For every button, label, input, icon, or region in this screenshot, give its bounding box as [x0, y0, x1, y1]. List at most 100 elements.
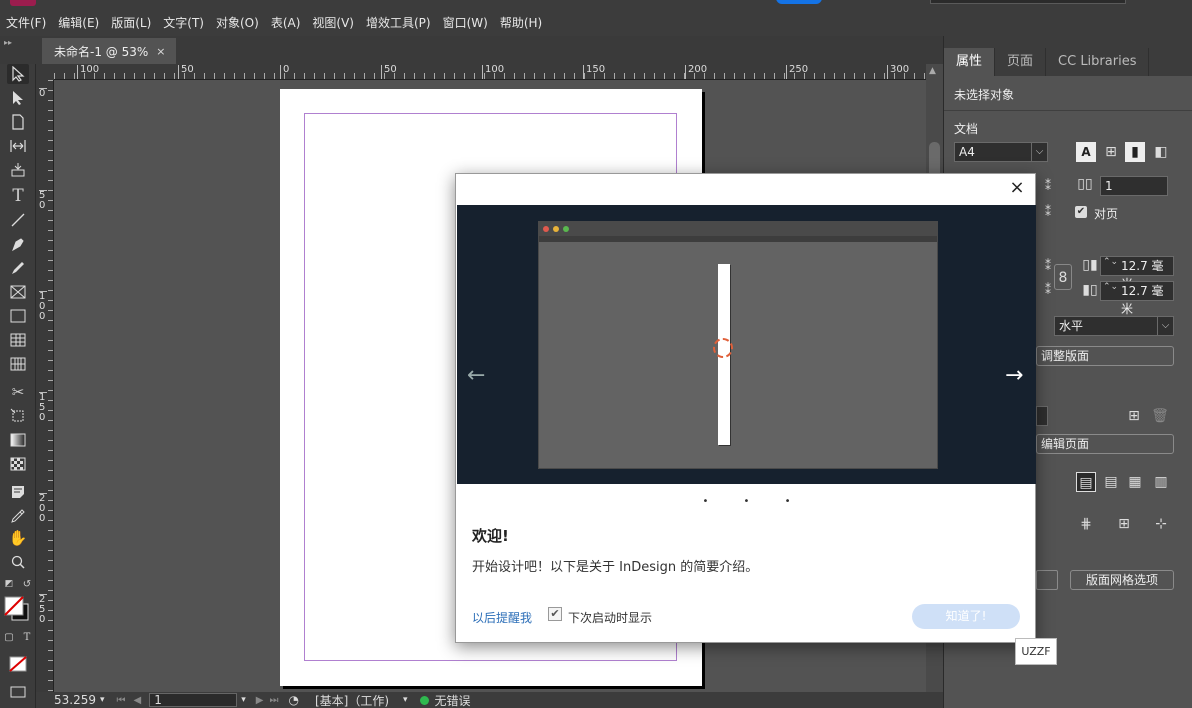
scissors-tool-icon[interactable]: ✂: [7, 382, 29, 402]
menu-table[interactable]: 表(A): [265, 14, 307, 31]
note-tool-icon[interactable]: [7, 482, 29, 502]
menu-file[interactable]: 文件(F): [0, 14, 52, 31]
selection-tool-icon[interactable]: [7, 64, 29, 84]
panel-grip[interactable]: [944, 36, 1192, 48]
horizontal-ruler: 100 50 0 50 100 150 200 250 300: [54, 64, 926, 80]
show-on-startup-checkbox[interactable]: ✔: [548, 607, 562, 621]
ruler-origin[interactable]: [36, 64, 54, 80]
remind-later-link[interactable]: 以后提醒我: [472, 609, 532, 626]
default-colors-icon[interactable]: ◩: [2, 578, 16, 590]
scroll-up-icon[interactable]: ▲: [929, 66, 936, 76]
smart-guides-icon[interactable]: ⊹: [1151, 514, 1171, 534]
content-collector-icon[interactable]: [7, 160, 29, 180]
layout-grid-options-button[interactable]: 版面网格选项: [1070, 570, 1174, 590]
menu-type[interactable]: 文字(T): [157, 14, 210, 31]
guides-icon[interactable]: ⋕: [1076, 514, 1096, 534]
width-spinner-icon[interactable]: ⁑: [1038, 176, 1058, 196]
line-tool-icon[interactable]: [7, 210, 29, 230]
stepper-icon[interactable]: ⌃⌄: [1103, 257, 1118, 267]
facing-pages-label: 对页: [1094, 207, 1119, 221]
zoom-level[interactable]: 53.259: [54, 693, 96, 707]
menu-layout[interactable]: 版面(L): [105, 14, 157, 31]
pen-tool-icon[interactable]: [7, 234, 29, 254]
horizontal-grid-tool-icon[interactable]: [7, 330, 29, 350]
slide-pagination-dots[interactable]: • • •: [456, 496, 1037, 507]
prev-page-icon[interactable]: ◀: [134, 695, 142, 706]
page-tool-icon[interactable]: [7, 112, 29, 132]
workspace-dropdown-icon[interactable]: ▾: [403, 695, 408, 705]
layout-grid-field[interactable]: [1036, 570, 1058, 590]
pages-count-field[interactable]: 1: [1100, 176, 1168, 196]
grid-view-2-icon[interactable]: ▤: [1101, 472, 1121, 492]
tab-pages[interactable]: 页面: [995, 48, 1047, 76]
master-select[interactable]: [1036, 406, 1048, 426]
screen-mode-icon[interactable]: [7, 682, 29, 702]
close-icon[interactable]: ×: [1007, 178, 1027, 198]
page-dropdown-icon[interactable]: ▾: [241, 695, 246, 705]
zoom-dropdown-icon[interactable]: ▾: [100, 695, 105, 705]
height-spinner-icon[interactable]: ⁑: [1038, 202, 1058, 222]
vertical-grid-tool-icon[interactable]: [7, 354, 29, 374]
zoom-tool-icon[interactable]: [7, 552, 29, 572]
swap-colors-icon[interactable]: ↺: [20, 578, 34, 590]
close-tab-icon[interactable]: ×: [156, 45, 165, 58]
document-tab[interactable]: 未命名-1 @ 53% ×: [42, 38, 176, 64]
tab-cc-libraries[interactable]: CC Libraries: [1046, 48, 1150, 76]
gap-tool-icon[interactable]: [7, 136, 29, 156]
grid-view-3-icon[interactable]: ▦: [1125, 472, 1145, 492]
gradient-swatch-tool-icon[interactable]: [7, 430, 29, 450]
ruler-v-label: 50: [39, 190, 47, 211]
edit-page-button[interactable]: 编辑页面: [1036, 434, 1174, 454]
eyedropper-tool-icon[interactable]: [7, 506, 29, 526]
adjust-layout-button[interactable]: 调整版面: [1036, 346, 1174, 366]
gradient-feather-tool-icon[interactable]: [7, 454, 29, 474]
next-page-icon[interactable]: ▶: [256, 695, 264, 706]
delete-page-icon[interactable]: 🗑: [1150, 406, 1170, 426]
direct-selection-tool-icon[interactable]: [7, 88, 29, 108]
free-transform-tool-icon[interactable]: [7, 406, 29, 426]
search-input[interactable]: [930, 0, 1126, 4]
first-page-icon[interactable]: ⏮: [117, 695, 126, 706]
add-page-icon[interactable]: ⊞: [1124, 406, 1144, 426]
workspace-label[interactable]: [基本]（工作): [315, 692, 389, 708]
binding-left-icon[interactable]: ▮: [1125, 142, 1145, 162]
portrait-orientation-icon[interactable]: A: [1076, 142, 1096, 162]
fill-stroke-swatch-icon[interactable]: [4, 596, 30, 622]
menu-plugins[interactable]: 增效工具(P): [360, 14, 437, 31]
grid-view-1-icon[interactable]: ▤: [1076, 472, 1096, 492]
pencil-tool-icon[interactable]: [7, 258, 29, 278]
menu-object[interactable]: 对象(O): [210, 14, 265, 31]
rectangle-frame-tool-icon[interactable]: [7, 282, 29, 302]
last-page-icon[interactable]: ⏭: [269, 695, 278, 706]
binding-right-icon[interactable]: ◧: [1151, 142, 1171, 162]
menu-window[interactable]: 窗口(W): [437, 14, 494, 31]
orientation-select[interactable]: 水平 ⌵: [1054, 316, 1174, 336]
grid-view-4-icon[interactable]: ▥: [1151, 472, 1171, 492]
panel-grip-icon[interactable]: ▸▸: [4, 38, 12, 47]
stepper-icon[interactable]: ⌃⌄: [1103, 282, 1118, 292]
rectangle-tool-icon[interactable]: [7, 306, 29, 326]
type-tool-icon[interactable]: T: [7, 186, 29, 206]
formatting-text-icon[interactable]: T: [20, 630, 34, 644]
preflight-status-text[interactable]: 无错误: [435, 692, 471, 708]
grid-options-icon[interactable]: ⊞: [1114, 514, 1134, 534]
ruler-v-label: 100: [39, 291, 47, 322]
menu-help[interactable]: 帮助(H): [494, 14, 548, 31]
apply-none-icon[interactable]: [7, 654, 29, 674]
share-button[interactable]: [776, 0, 822, 4]
hand-tool-icon[interactable]: ✋: [7, 528, 29, 548]
landscape-orientation-icon[interactable]: ⊞: [1101, 142, 1121, 162]
menu-view[interactable]: 视图(V): [306, 14, 360, 31]
show-on-startup-label: 下次启动时显示: [568, 611, 653, 625]
formatting-container-icon[interactable]: ▢: [2, 630, 16, 644]
menu-edit[interactable]: 编辑(E): [52, 14, 105, 31]
previous-slide-arrow-icon[interactable]: ←: [467, 363, 485, 388]
facing-pages-checkbox[interactable]: ✔: [1075, 206, 1087, 218]
open-page-icon[interactable]: ◔: [288, 693, 298, 707]
got-it-button[interactable]: 知道了!: [912, 604, 1020, 629]
page-size-select[interactable]: A4 ⌵: [954, 142, 1048, 162]
link-margins-icon[interactable]: 8: [1054, 264, 1072, 290]
next-slide-arrow-icon[interactable]: →: [1005, 363, 1023, 388]
page-number-field[interactable]: 1: [149, 693, 238, 707]
tab-properties[interactable]: 属性: [944, 48, 996, 76]
